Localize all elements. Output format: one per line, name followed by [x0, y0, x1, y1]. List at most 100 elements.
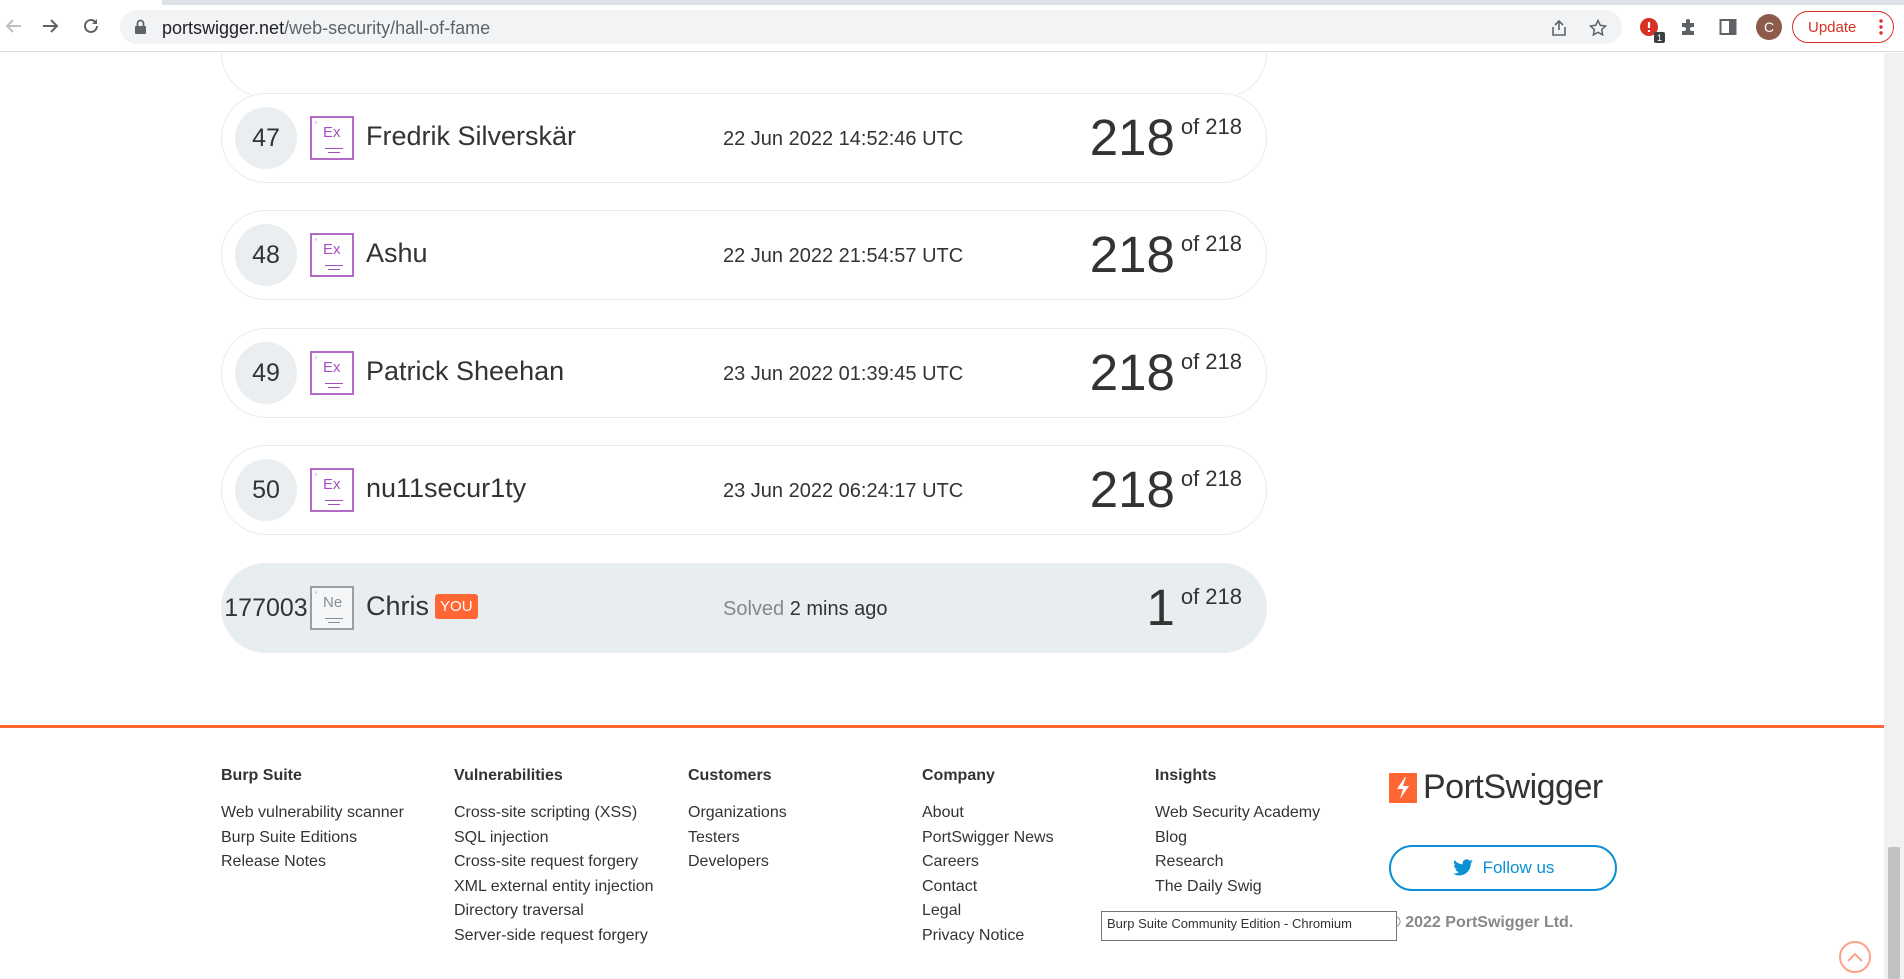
more-vertical-icon — [1879, 19, 1883, 35]
solved-time: Solved 2 mins ago — [723, 598, 888, 620]
leaderboard-row: 47 ' Ex Fredrik Silverskär 22 Jun 2022 14… — [221, 93, 1267, 183]
share-button[interactable] — [1548, 17, 1570, 39]
tab-strip — [0, 0, 1904, 5]
page-content: 47 ' Ex Fredrik Silverskär 22 Jun 2022 14… — [0, 53, 1884, 979]
lock-icon — [135, 19, 146, 34]
vertical-scrollbar[interactable] — [1884, 53, 1904, 979]
leaderboard-row-partial — [221, 53, 1267, 98]
footer-column-burp-suite: Burp Suite Web vulnerability scanner Bur… — [221, 767, 404, 875]
footer-link[interactable]: Release Notes — [221, 850, 404, 875]
footer-link[interactable]: Blog — [1155, 826, 1320, 851]
footer-link[interactable]: Developers — [688, 850, 787, 875]
footer-heading: Company — [922, 767, 995, 784]
footer-link[interactable]: The Daily Swig — [1155, 875, 1320, 900]
back-button[interactable] — [2, 14, 26, 38]
footer-heading: Vulnerabilities — [454, 767, 563, 784]
rank-number: 177003 — [224, 593, 308, 622]
update-label: Update — [1808, 18, 1857, 36]
url-text: portswigger.net/web-security/hall-of-fam… — [162, 18, 491, 38]
newcomer-badge-icon: ' Ne — [310, 586, 354, 630]
rank-number: 48 — [235, 224, 297, 286]
footer-heading: Customers — [688, 767, 772, 784]
browser-toolbar: portswigger.net/web-security/hall-of-fam… — [0, 0, 1904, 52]
footer-link[interactable]: XML external entity injection — [454, 875, 654, 900]
footer-link[interactable]: Cross-site request forgery — [454, 850, 654, 875]
current-user-row: 177003 ' Ne Chris YOU Solved 2 mins ago 1o… — [221, 563, 1267, 653]
portswigger-logo[interactable]: PortSwigger — [1389, 768, 1603, 807]
copyright-text: © 2022 PortSwigger Ltd. — [1389, 914, 1574, 931]
footer-link[interactable]: Organizations — [688, 801, 787, 826]
footer-link[interactable]: Web Security Academy — [1155, 801, 1320, 826]
address-bar[interactable]: portswigger.net/web-security/hall-of-fam… — [120, 10, 1622, 44]
reload-icon — [84, 18, 98, 33]
user-name: Ashu — [366, 238, 428, 268]
footer-link[interactable]: About — [922, 801, 1054, 826]
follow-us-label: Follow us — [1482, 858, 1555, 877]
star-icon — [1589, 19, 1607, 37]
footer-link[interactable]: Legal — [922, 899, 1054, 924]
share-icon — [1552, 19, 1566, 36]
arrow-right-icon — [43, 19, 59, 33]
leaderboard-row: 50 ' Ex nu11secur1ty 23 Jun 2022 06:24:17… — [221, 445, 1267, 535]
expert-badge-icon: ' Ex — [310, 351, 354, 395]
profile-avatar[interactable]: C — [1756, 14, 1782, 40]
extension-count-badge: 1 — [1654, 32, 1665, 43]
scrollbar-thumb[interactable] — [1888, 847, 1900, 979]
extensions-menu-button[interactable] — [1676, 14, 1702, 40]
you-badge: YOU — [435, 594, 478, 619]
rank-number: 50 — [235, 459, 297, 521]
score: 218 of 218 — [1089, 226, 1242, 283]
portswigger-mark-icon — [1389, 772, 1417, 803]
side-panel-button[interactable] — [1715, 14, 1741, 40]
footer-link[interactable]: Privacy Notice — [922, 924, 1054, 949]
footer-column-company: Company About PortSwigger News Careers C… — [922, 767, 1054, 948]
user-name: Patrick Sheehan — [366, 356, 565, 386]
expert-badge-icon: ' Ex — [310, 468, 354, 512]
footer-column-customers: Customers Organizations Testers Develope… — [688, 767, 787, 875]
footer-link[interactable]: Testers — [688, 826, 787, 851]
expert-badge-icon: ' Ex — [310, 233, 354, 277]
side-panel-icon — [1719, 19, 1737, 35]
score: 218 of 218 — [1089, 461, 1242, 518]
follow-us-button[interactable]: Follow us — [1389, 845, 1617, 891]
expert-badge-icon: ' Ex — [310, 116, 354, 160]
footer-link[interactable]: Web vulnerability scanner — [221, 801, 404, 826]
footer-link[interactable]: Contact — [922, 875, 1054, 900]
twitter-icon — [1452, 859, 1473, 876]
footer-link[interactable]: Burp Suite Editions — [221, 826, 404, 851]
completion-date: 23 Jun 2022 06:24:17 UTC — [723, 480, 964, 502]
score: 1 of 218 — [1146, 579, 1242, 636]
user-name: Chris YOU — [366, 591, 478, 622]
footer-heading: Insights — [1155, 767, 1217, 784]
leaderboard-row: 49 ' Ex Patrick Sheehan 23 Jun 2022 01:39… — [221, 328, 1267, 418]
footer-column-vulnerabilities: Vulnerabilities Cross-site scripting (XS… — [454, 767, 654, 948]
completion-date: 23 Jun 2022 01:39:45 UTC — [723, 363, 964, 385]
completion-date: 22 Jun 2022 14:52:46 UTC — [723, 128, 964, 150]
footer-link[interactable]: Server-side request forgery — [454, 924, 654, 949]
footer-link[interactable]: Cross-site scripting (XSS) — [454, 801, 654, 826]
rank-number: 49 — [235, 342, 297, 404]
puzzle-icon — [1682, 19, 1694, 35]
footer-link[interactable]: Careers — [922, 850, 1054, 875]
forward-button[interactable] — [38, 14, 62, 38]
footer-column-insights: Insights Web Security Academy Blog Resea… — [1155, 767, 1320, 899]
footer-heading: Burp Suite — [221, 767, 302, 784]
user-name: Fredrik Silverskär — [366, 121, 577, 151]
rank-number: 47 — [235, 107, 297, 169]
footer-link[interactable]: Research — [1155, 850, 1320, 875]
footer-link[interactable]: PortSwigger News — [922, 826, 1054, 851]
footer-link[interactable]: SQL injection — [454, 826, 654, 851]
window-title-tooltip: Burp Suite Community Edition - Chromium — [1101, 911, 1397, 941]
arrow-left-icon — [5, 19, 21, 33]
user-name: nu11secur1ty — [366, 473, 527, 503]
footer-link[interactable]: Directory traversal — [454, 899, 654, 924]
leaderboard-row: 48 ' Ex Ashu 22 Jun 2022 21:54:57 UTC 218… — [221, 210, 1267, 300]
site-footer: Burp Suite Web vulnerability scanner Bur… — [0, 725, 1884, 979]
update-button[interactable]: Update — [1792, 11, 1894, 43]
chevron-up-icon — [1847, 952, 1863, 962]
reload-button[interactable] — [79, 14, 103, 38]
extension-button[interactable]: 1 — [1636, 14, 1665, 43]
logo-wordmark: PortSwigger — [1423, 768, 1603, 806]
bookmark-button[interactable] — [1587, 17, 1609, 39]
back-to-top-button[interactable] — [1839, 941, 1871, 973]
